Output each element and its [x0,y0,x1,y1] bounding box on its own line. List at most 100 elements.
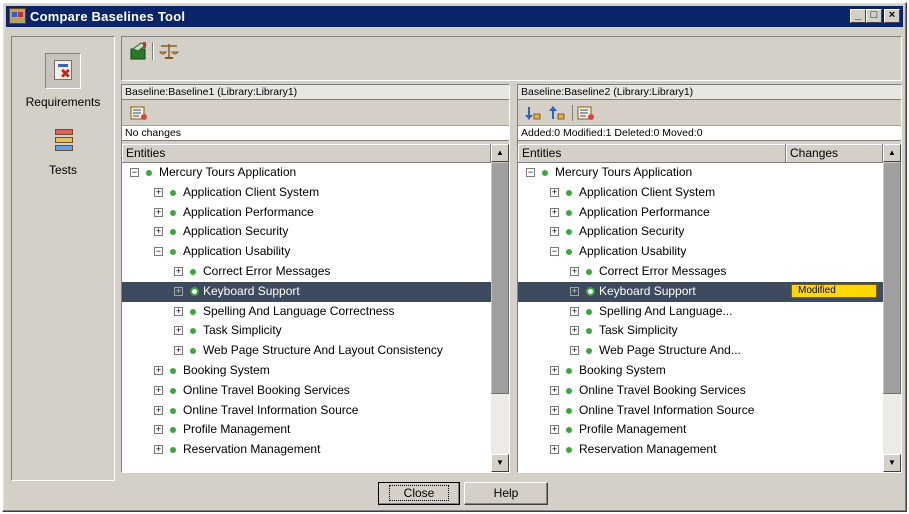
tree-row[interactable]: + Web Page Structure And... [518,341,883,361]
scroll-thumb[interactable] [883,162,901,394]
tree-row[interactable]: + Online Travel Booking Services [122,381,491,401]
expand-icon[interactable]: + [154,385,163,395]
collapse-icon[interactable]: − [154,247,163,257]
tree-row[interactable]: + Application Security [122,222,491,242]
tree-row-label: Application Client System [579,184,716,199]
collapse-icon[interactable]: − [130,168,139,177]
tree-row[interactable]: + Keyboard Support [122,281,491,302]
tree-row[interactable]: − Application Usability [518,242,883,262]
collapse-icon[interactable]: − [526,168,535,177]
requirement-status-icon [586,328,592,335]
tree-row[interactable]: + Application Security [518,222,883,242]
expand-icon[interactable]: + [550,365,559,375]
tree-row[interactable]: + Task Simplicity [122,321,491,341]
tree-row-label: Application Security [183,224,289,239]
tree-row[interactable]: + Application Performance [122,203,491,223]
tree-row[interactable]: + Booking System [122,361,491,381]
expand-icon[interactable]: + [550,385,559,395]
rail-item-tests[interactable]: Tests [12,127,114,177]
right-column-header: Entities Changes [518,144,901,163]
expand-icon[interactable]: + [570,266,579,276]
minimize-button[interactable]: _ [850,9,866,23]
collapse-icon[interactable]: − [550,247,559,257]
column-changes[interactable]: Changes [786,144,883,162]
column-entities[interactable]: Entities [122,144,491,162]
expand-icon[interactable]: + [154,365,163,375]
tree-row[interactable]: + Online Travel Information Source [122,401,491,421]
tree-row[interactable]: + Spelling And Language... [518,302,883,322]
help-button[interactable]: Help [464,482,548,505]
rail-item-requirements[interactable]: Requirements [12,53,114,109]
tree-row[interactable]: + Web Page Structure And Layout Consisten… [122,341,491,361]
right-vertical-scrollbar[interactable]: ▲ ▼ [883,144,901,472]
requirement-status-icon [170,407,176,414]
tree-row[interactable]: − Mercury Tours Application [518,163,883,183]
close-button[interactable]: Close [378,482,460,505]
expand-icon[interactable]: + [550,207,559,217]
tree-row[interactable]: + Application Performance [518,203,883,223]
tree-row-label: Online Travel Booking Services [183,382,350,397]
view-details-icon[interactable] [572,105,596,121]
scroll-up-button[interactable]: ▲ [491,144,509,162]
select-baseline-icon[interactable] [128,41,152,63]
tree-row[interactable]: + Profile Management [122,420,491,440]
expand-icon[interactable]: + [570,306,579,316]
expand-icon[interactable]: + [174,326,183,336]
tree-row[interactable]: + Online Travel Booking Services [518,381,883,401]
requirement-status-icon [586,308,592,315]
expand-icon[interactable]: + [550,445,559,455]
expand-icon[interactable]: + [154,425,163,435]
expand-icon[interactable]: + [550,187,559,197]
expand-icon[interactable]: + [570,326,579,336]
tree-row[interactable]: − Application Usability [122,242,491,262]
expand-icon[interactable]: + [550,425,559,435]
tree-row[interactable]: + Reservation Management [122,440,491,460]
maximize-button[interactable]: □ [866,9,882,23]
window-close-button[interactable]: × [884,9,900,23]
requirement-status-icon [170,447,176,454]
left-vertical-scrollbar[interactable]: ▲ ▼ [491,144,509,472]
tree-row[interactable]: + Correct Error Messages [122,262,491,282]
tree-row[interactable]: + Application Client System [518,183,883,203]
tree-row[interactable]: + Spelling And Language Correctness [122,302,491,322]
requirement-status-icon [586,286,595,296]
expand-icon[interactable]: + [550,405,559,415]
expand-icon[interactable]: + [550,227,559,237]
expand-icon[interactable]: + [154,207,163,217]
tree-row[interactable]: + Keyboard Support Modified [518,281,883,302]
scroll-down-button[interactable]: ▼ [491,454,509,472]
previous-change-icon[interactable] [548,105,566,121]
expand-icon[interactable]: + [174,266,183,276]
tree-row[interactable]: + Online Travel Information Source [518,401,883,421]
tree-row-label: Keyboard Support [599,283,696,298]
compare-scales-icon[interactable] [158,41,182,63]
expand-icon[interactable]: + [570,286,579,296]
expand-icon[interactable]: + [154,187,163,197]
requirement-status-icon [566,427,572,434]
column-entities[interactable]: Entities [518,144,786,162]
requirement-status-icon [170,249,176,256]
expand-icon[interactable]: + [154,445,163,455]
next-change-icon[interactable] [524,105,542,121]
tree-row[interactable]: + Task Simplicity [518,321,883,341]
expand-icon[interactable]: + [174,286,183,296]
title-bar[interactable]: Compare Baselines Tool _ □ × [6,6,903,27]
expand-icon[interactable]: + [174,346,183,356]
scroll-up-button[interactable]: ▲ [883,144,901,162]
tree-row[interactable]: + Correct Error Messages [518,262,883,282]
tree-row[interactable]: − Mercury Tours Application [122,163,491,183]
tree-row-label: Spelling And Language Correctness [203,303,395,318]
expand-icon[interactable]: + [570,346,579,356]
expand-icon[interactable]: + [154,227,163,237]
scroll-thumb[interactable] [491,162,509,394]
scroll-down-button[interactable]: ▼ [883,454,901,472]
expand-icon[interactable]: + [174,306,183,316]
tree-row[interactable]: + Reservation Management [518,440,883,460]
tree-row[interactable]: + Profile Management [518,420,883,440]
requirement-status-icon [190,286,199,296]
tree-row[interactable]: + Application Client System [122,183,491,203]
tree-row[interactable]: + Booking System [518,361,883,381]
requirement-status-icon [170,229,176,236]
view-details-icon[interactable] [130,105,148,121]
expand-icon[interactable]: + [154,405,163,415]
